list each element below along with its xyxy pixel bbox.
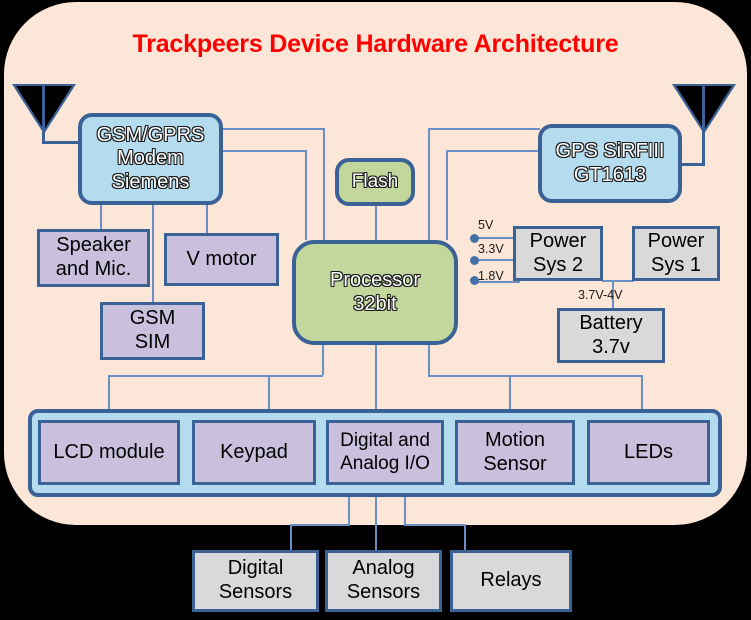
wire-gps-proc-1-h bbox=[428, 128, 540, 130]
wire-io-digital-h bbox=[290, 524, 350, 526]
wire-proc-bus-right bbox=[428, 345, 430, 375]
keypad-line1: Keypad bbox=[220, 440, 288, 463]
wire-bus-lcd bbox=[108, 375, 110, 409]
gsm-modem-line1: GSM/GPRS bbox=[96, 123, 205, 146]
block-lcd-module[interactable]: LCD module bbox=[38, 420, 180, 485]
block-gsm-sim[interactable]: GSM SIM bbox=[100, 302, 205, 360]
motion-sensor-line2: Sensor bbox=[483, 452, 547, 475]
analog-sensors-line2: Sensors bbox=[346, 581, 421, 603]
block-leds[interactable]: LEDs bbox=[587, 420, 710, 485]
block-gsm-modem[interactable]: GSM/GPRS Modem Siemens bbox=[78, 113, 223, 205]
rail-dot-3v3 bbox=[470, 256, 479, 265]
gsm-sim-line1: GSM bbox=[129, 307, 176, 330]
rail-label-5v: 5V bbox=[478, 218, 494, 232]
gsm-modem-line3: Siemens bbox=[111, 170, 190, 193]
block-keypad[interactable]: Keypad bbox=[192, 420, 316, 485]
wire-gsm-proc-2-h bbox=[219, 150, 306, 152]
wire-io-relays-h bbox=[404, 524, 466, 526]
wire-io-relays-v1 bbox=[404, 495, 406, 525]
relays-line1: Relays bbox=[480, 569, 542, 592]
wire-analog-sensors bbox=[375, 495, 377, 552]
wire-bus-keypad bbox=[268, 375, 270, 409]
wire-proc-bus-left bbox=[322, 345, 324, 375]
motion-sensor-line1: Motion bbox=[484, 428, 546, 451]
leds-line1: LEDs bbox=[624, 440, 673, 463]
wire-gps-proc-2-h bbox=[446, 150, 540, 152]
wire-bus-left bbox=[108, 375, 323, 377]
processor-line1: Processor bbox=[329, 268, 421, 291]
block-battery[interactable]: Battery 3.7v bbox=[557, 308, 665, 363]
lcd-module-line1: LCD module bbox=[53, 440, 165, 463]
block-processor[interactable]: Processor 32bit bbox=[292, 240, 458, 345]
rail-label-3v3: 3.3V bbox=[478, 242, 504, 256]
block-power-sys-2[interactable]: Power Sys 2 bbox=[513, 226, 603, 281]
analog-sensors-line1: Analog bbox=[352, 557, 415, 580]
wire-relays bbox=[464, 524, 466, 552]
flash-label: Flash bbox=[351, 170, 399, 192]
gsm-sim-line2: SIM bbox=[134, 331, 171, 353]
wire-gsm-speaker bbox=[100, 205, 102, 230]
speaker-line2: and Mic. bbox=[55, 258, 132, 280]
battery-line1: Battery bbox=[579, 311, 643, 334]
diagram-canvas: Trackpeers Device Hardware Architecture bbox=[0, 0, 751, 620]
wire-gsm-proc-1-v bbox=[323, 128, 325, 240]
block-analog-sensors[interactable]: Analog Sensors bbox=[325, 550, 442, 612]
gsm-antenna-stem bbox=[42, 86, 45, 144]
power-sys-2-line1: Power bbox=[529, 229, 587, 252]
rail-label-1v8: 1.8V bbox=[478, 269, 504, 283]
wire-gsm-sim bbox=[152, 205, 154, 310]
digital-analog-io-line1: Digital and bbox=[340, 430, 430, 452]
block-digital-sensors[interactable]: Digital Sensors bbox=[192, 550, 319, 612]
block-relays[interactable]: Relays bbox=[450, 550, 572, 612]
block-v-motor[interactable]: V motor bbox=[164, 233, 279, 286]
wire-digital-sensors bbox=[290, 524, 292, 552]
wire-flash-proc bbox=[375, 204, 377, 242]
block-motion-sensor[interactable]: Motion Sensor bbox=[455, 420, 575, 485]
power-sys-1-line2: Sys 1 bbox=[650, 253, 702, 276]
wire-io-digital-v1 bbox=[348, 495, 350, 525]
block-gps[interactable]: GPS SiRFIII GT1613 bbox=[538, 124, 682, 203]
wire-gsm-proc-1-h bbox=[219, 128, 324, 130]
gps-antenna-stem bbox=[702, 86, 705, 166]
processor-line2: 32bit bbox=[353, 292, 397, 315]
gsm-modem-line2: Modem bbox=[117, 147, 184, 170]
wire-bus-leds bbox=[641, 375, 643, 409]
power-sys-1-line1: Power bbox=[647, 229, 705, 252]
digital-analog-io-line2: Analog I/O bbox=[340, 452, 430, 474]
gps-line1: GPS SiRFIII bbox=[555, 139, 665, 162]
power-sys-2-line2: Sys 2 bbox=[532, 253, 584, 276]
wire-proc-bus-center bbox=[375, 345, 377, 409]
block-flash[interactable]: Flash bbox=[335, 158, 415, 206]
digital-sensors-line2: Sensors bbox=[218, 581, 293, 603]
battery-line2: 3.7v bbox=[592, 335, 630, 358]
wire-bus-motion bbox=[509, 375, 511, 409]
block-power-sys-1[interactable]: Power Sys 1 bbox=[632, 226, 720, 281]
block-digital-analog-io[interactable]: Digital and Analog I/O bbox=[326, 420, 444, 485]
block-speaker-mic[interactable]: Speaker and Mic. bbox=[37, 229, 150, 287]
gps-line2: GT1613 bbox=[573, 163, 647, 186]
wire-psys2-psys1 bbox=[602, 280, 634, 282]
speaker-line1: Speaker bbox=[56, 234, 131, 257]
page-title: Trackpeers Device Hardware Architecture bbox=[132, 30, 619, 58]
v-motor-label: V motor bbox=[186, 247, 257, 270]
wire-gps-proc-1-v bbox=[428, 128, 430, 240]
wire-bus-right bbox=[428, 375, 643, 377]
battery-rail-label: 3.7V-4V bbox=[578, 288, 623, 302]
digital-sensors-line1: Digital bbox=[227, 557, 284, 580]
wire-gps-proc-2-v bbox=[446, 150, 448, 240]
wire-gsm-proc-2-v bbox=[305, 150, 307, 240]
wire-gsm-vmotor bbox=[206, 205, 208, 233]
